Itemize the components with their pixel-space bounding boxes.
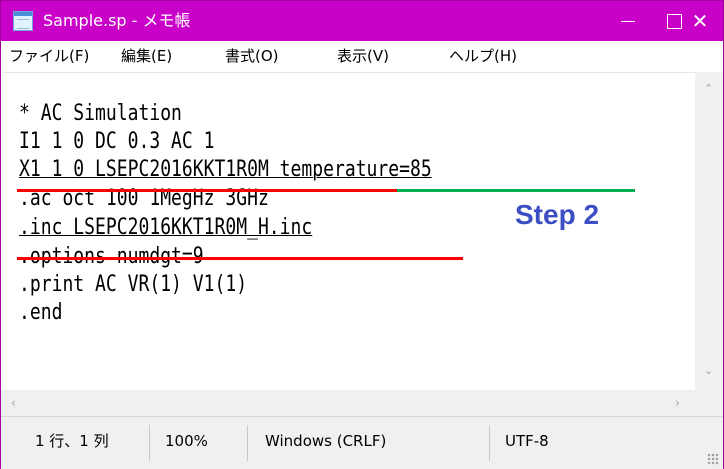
minimize-icon <box>621 20 635 22</box>
notepad-icon <box>13 11 33 31</box>
scroll-left-icon[interactable]: ‹ <box>11 396 16 410</box>
menu-bar: ファイル(F) 編集(E) 書式(O) 表示(V) ヘルプ(H) <box>1 41 723 71</box>
step-label: Step 2 <box>515 199 600 230</box>
cursor-position: 1 行、1 列 <box>35 432 109 450</box>
menu-edit[interactable]: 編集(E) <box>121 46 172 66</box>
vertical-scrollbar[interactable]: ⌃ ⌄ <box>695 72 723 390</box>
scroll-right-icon[interactable]: › <box>675 396 680 410</box>
green-underline-mark <box>397 189 635 192</box>
scrollbar-corner <box>695 390 723 416</box>
red-underline-mark <box>17 189 397 192</box>
menu-help[interactable]: ヘルプ(H) <box>449 46 517 66</box>
scroll-down-icon[interactable]: ⌄ <box>704 364 713 377</box>
status-bar: 1 行、1 列 100% Windows (CRLF) UTF-8 <box>1 416 723 469</box>
scroll-up-icon[interactable]: ⌃ <box>704 82 713 95</box>
window-title: Sample.sp - メモ帳 <box>43 11 191 30</box>
status-divider <box>489 425 490 461</box>
close-button[interactable]: ✕ <box>677 1 723 41</box>
code-line: .end <box>19 300 63 325</box>
code-line: .print AC VR(1) V1(1) <box>19 272 248 297</box>
zoom-level: 100% <box>165 432 208 450</box>
minimize-button[interactable] <box>605 1 651 41</box>
menu-format[interactable]: 書式(O) <box>225 46 279 66</box>
red-underline-mark <box>17 257 463 260</box>
text-editor[interactable]: * AC Simulation I1 1 0 DC 0.3 AC 1 X1 1 … <box>3 72 695 391</box>
encoding: UTF-8 <box>505 432 549 450</box>
menu-view[interactable]: 表示(V) <box>337 46 389 66</box>
line-ending: Windows (CRLF) <box>265 432 387 450</box>
title-bar[interactable]: Sample.sp - メモ帳 ✕ <box>1 1 723 41</box>
notepad-window: Sample.sp - メモ帳 ✕ ファイル(F) 編集(E) 書式(O) 表示… <box>0 0 724 469</box>
code-line: I1 1 0 DC 0.3 AC 1 <box>19 129 215 154</box>
close-icon: ✕ <box>691 9 709 33</box>
menu-file[interactable]: ファイル(F) <box>9 46 89 66</box>
code-line: .inc LSEPC2016KKT1R0M_H.inc <box>19 215 313 240</box>
status-divider <box>247 425 248 461</box>
resize-grip-icon[interactable] <box>707 453 719 465</box>
horizontal-scrollbar[interactable]: ‹ › <box>1 390 695 416</box>
code-line: * AC Simulation <box>19 101 182 126</box>
status-divider <box>149 425 150 461</box>
code-line: X1 1 0 LSEPC2016KKT1R0M temperature=85 <box>19 157 432 182</box>
